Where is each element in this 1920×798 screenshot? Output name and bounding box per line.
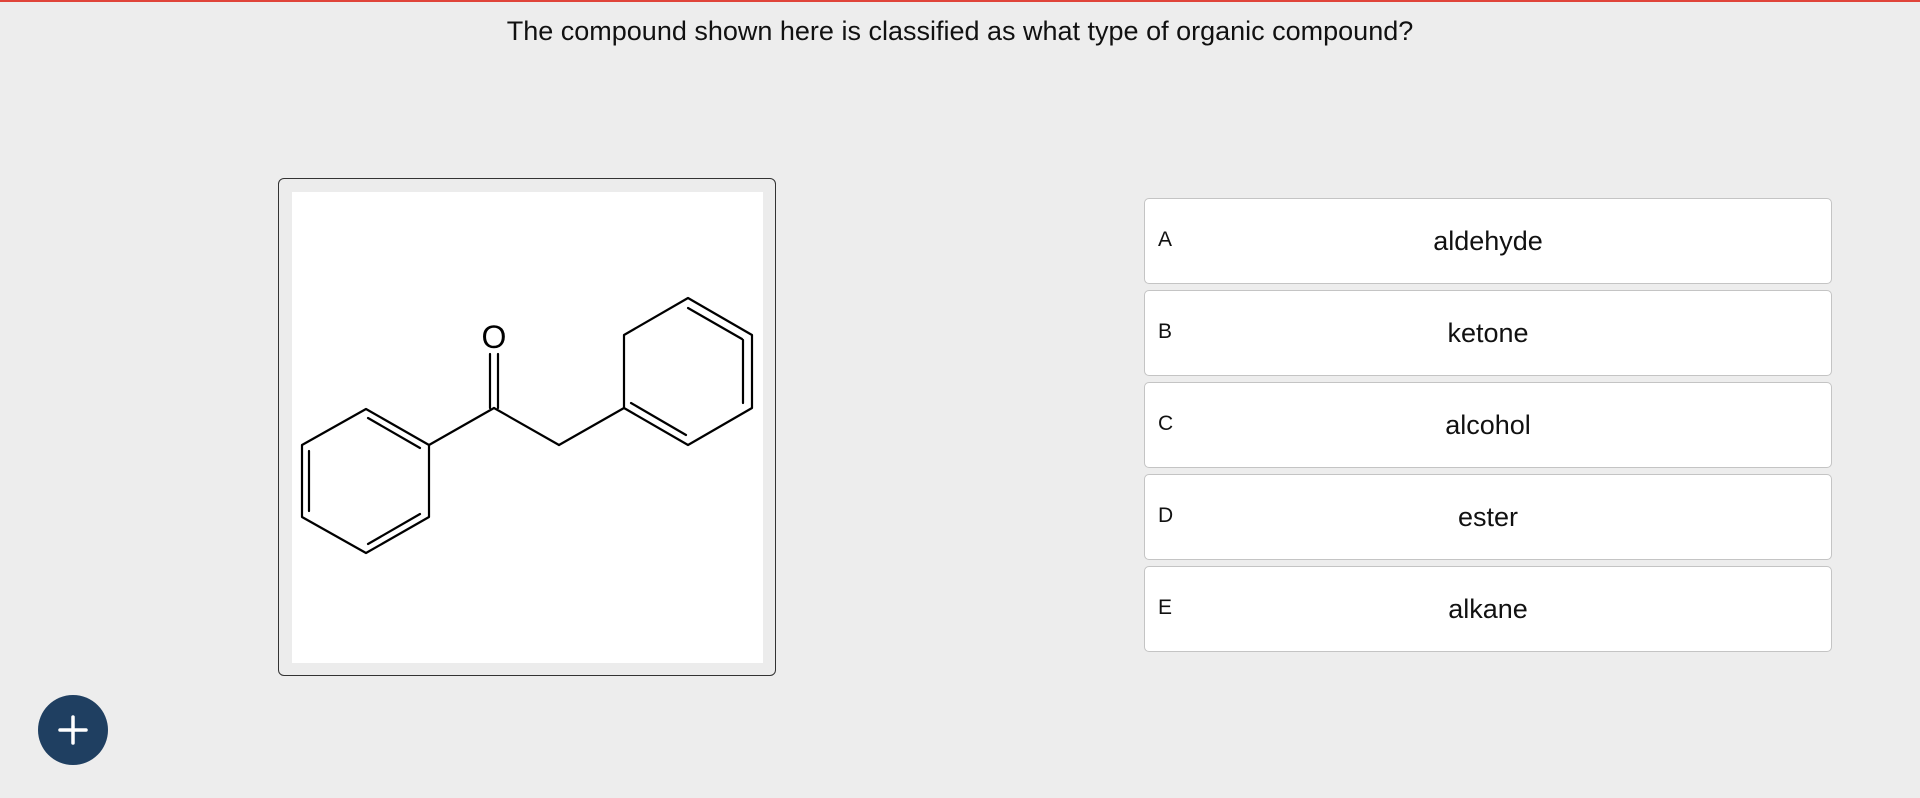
add-button[interactable] [38, 695, 108, 765]
choice-d[interactable]: D ester [1144, 474, 1832, 560]
bond-ch2-to-ring [557, 406, 626, 447]
bond-carbonyl-to-ch2 [492, 406, 561, 447]
choice-label: alkane [1448, 594, 1528, 624]
choice-label: ketone [1447, 318, 1529, 348]
choice-label: ester [1457, 502, 1519, 532]
plus-icon [58, 715, 88, 745]
choice-a[interactable]: A aldehyde [1144, 198, 1832, 284]
choice-label: alcohol [1445, 410, 1531, 440]
choice-b[interactable]: B ketone [1144, 290, 1832, 376]
compound-image: O [292, 192, 763, 663]
left-benzene-ring [300, 407, 431, 555]
structure-drawing: O [300, 296, 754, 555]
right-benzene-ring [622, 296, 754, 447]
left-ring-double-bond [366, 416, 422, 450]
choice-label: aldehyde [1433, 226, 1543, 256]
answer-choices: A aldehyde B ketone C alcohol D ester E … [1144, 198, 1832, 658]
top-accent-bar [0, 0, 1920, 2]
compound-image-frame: O [278, 178, 776, 676]
question-text: The compound shown here is classified as… [506, 16, 1414, 46]
choice-e[interactable]: E alkane [1144, 566, 1832, 652]
bond-ring-to-carbonyl [427, 406, 496, 447]
left-ring-double-bond [366, 512, 422, 546]
choice-c[interactable]: C alcohol [1144, 382, 1832, 468]
oxygen-label: O [482, 319, 507, 355]
right-ring-double-bond [629, 401, 688, 437]
